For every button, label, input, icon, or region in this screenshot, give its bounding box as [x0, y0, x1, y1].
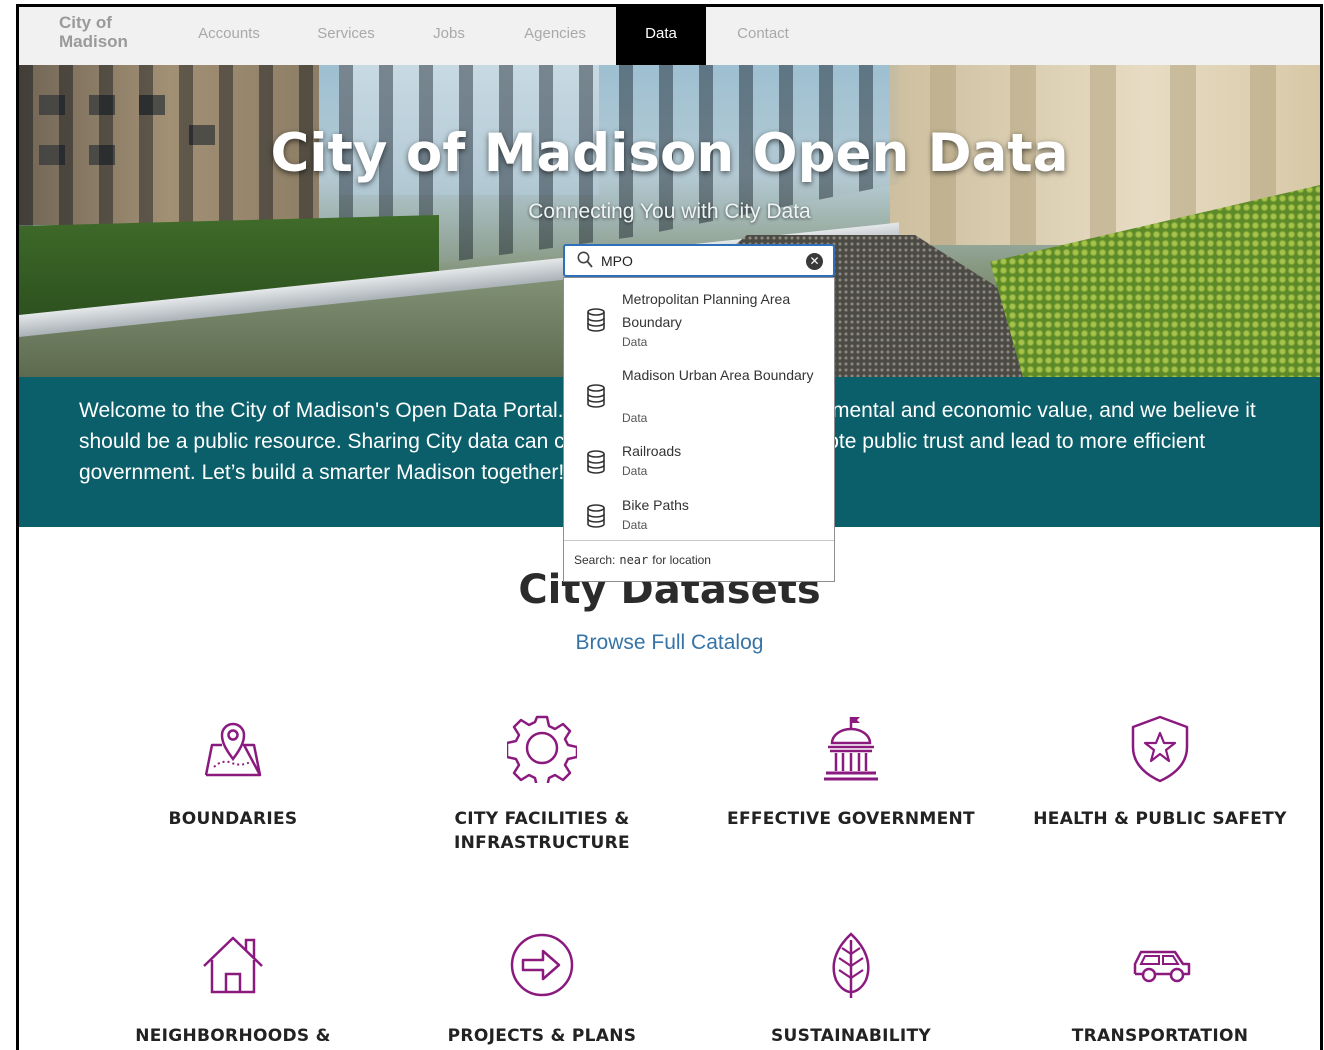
category-label: TRANSPORTATION	[1071, 1026, 1249, 1046]
browse-catalog-link[interactable]: Browse Full Catalog	[19, 631, 1320, 655]
nav-contact[interactable]: Contact	[719, 7, 807, 65]
category-projects[interactable]: PROJECTS & PLANS	[392, 930, 692, 1048]
suggestion-title: Metropolitan Planning Area Boundary	[622, 291, 791, 330]
city-logo[interactable]: City of Madison	[59, 13, 149, 51]
suggestion-type: Data	[622, 411, 648, 425]
nav-accounts[interactable]: Accounts	[179, 7, 279, 65]
leaf-icon	[832, 932, 870, 998]
nav-data[interactable]: Data	[616, 7, 706, 65]
category-label: EFFECTIVE GOVERNMENT	[727, 809, 975, 829]
hero-title: City of Madison Open Data	[270, 123, 1069, 184]
search-suggestions: Metropolitan Planning Area Boundary Data…	[563, 277, 835, 582]
database-icon	[587, 450, 605, 474]
category-sustainability[interactable]: SUSTAINABILITY	[701, 930, 1001, 1048]
arrow-circle-icon	[510, 933, 574, 997]
hero-subtitle: Connecting You with City Data	[528, 200, 811, 223]
suggestion-title: Bike Paths	[622, 497, 689, 513]
database-icon	[587, 308, 605, 332]
category-transportation[interactable]: TRANSPORTATION	[1010, 930, 1310, 1048]
nav-jobs[interactable]: Jobs	[417, 7, 481, 65]
nav-agencies[interactable]: Agencies	[505, 7, 605, 65]
category-health-safety[interactable]: HEALTH & PUBLIC SAFETY	[1010, 713, 1310, 831]
search-hint-keyword: near	[619, 553, 649, 567]
category-label: BOUNDARIES	[168, 809, 298, 829]
shield-star-icon	[1131, 715, 1189, 783]
map-pin-icon	[204, 722, 262, 777]
top-nav: City of Madison Accounts Services Jobs A…	[19, 7, 1320, 65]
search-hint-prefix: Search:	[574, 553, 616, 567]
suggestion-type: Data	[622, 518, 648, 532]
car-icon	[1133, 950, 1191, 983]
gear-icon	[507, 715, 577, 783]
nav-services[interactable]: Services	[299, 7, 393, 65]
category-facilities[interactable]: CITY FACILITIES & INFRASTRUCTURE	[392, 713, 692, 855]
clear-search-icon[interactable]: ✕	[806, 253, 823, 270]
suggestion-item[interactable]: Bike Paths Data	[564, 494, 834, 542]
suggestion-title: Madison Urban Area Boundary	[622, 367, 814, 383]
suggestion-type: Data	[622, 464, 648, 478]
database-icon	[587, 504, 605, 528]
search-input[interactable]	[601, 251, 791, 271]
search-hint-suffix: for location	[652, 553, 711, 567]
category-government[interactable]: EFFECTIVE GOVERNMENT	[701, 713, 1001, 831]
search-box[interactable]: ✕	[563, 244, 835, 277]
suggestion-item[interactable]: Madison Urban Area Boundary Data	[564, 364, 834, 434]
browser-page: City of Madison Accounts Services Jobs A…	[16, 4, 1323, 1050]
category-label: CITY FACILITIES & INFRASTRUCTURE	[454, 809, 630, 853]
search-hint: Search: near for location	[564, 540, 834, 582]
category-boundaries[interactable]: BOUNDARIES	[83, 713, 383, 831]
category-label: SUSTAINABILITY	[771, 1026, 931, 1046]
category-label: HEALTH & PUBLIC SAFETY	[1033, 809, 1287, 829]
suggestion-item[interactable]: Railroads Data	[564, 440, 834, 488]
suggestion-title: Railroads	[622, 443, 682, 459]
search-icon	[577, 251, 593, 268]
capitol-icon	[824, 717, 878, 781]
category-label: PROJECTS & PLANS	[447, 1026, 637, 1046]
category-label: NEIGHBORHOODS & PROPERTY	[135, 1026, 331, 1046]
database-icon	[587, 384, 605, 408]
house-icon	[203, 936, 263, 994]
suggestion-type: Data	[622, 335, 648, 349]
suggestion-item[interactable]: Metropolitan Planning Area Boundary Data	[564, 288, 834, 358]
category-neighborhoods[interactable]: NEIGHBORHOODS & PROPERTY	[83, 930, 383, 1050]
